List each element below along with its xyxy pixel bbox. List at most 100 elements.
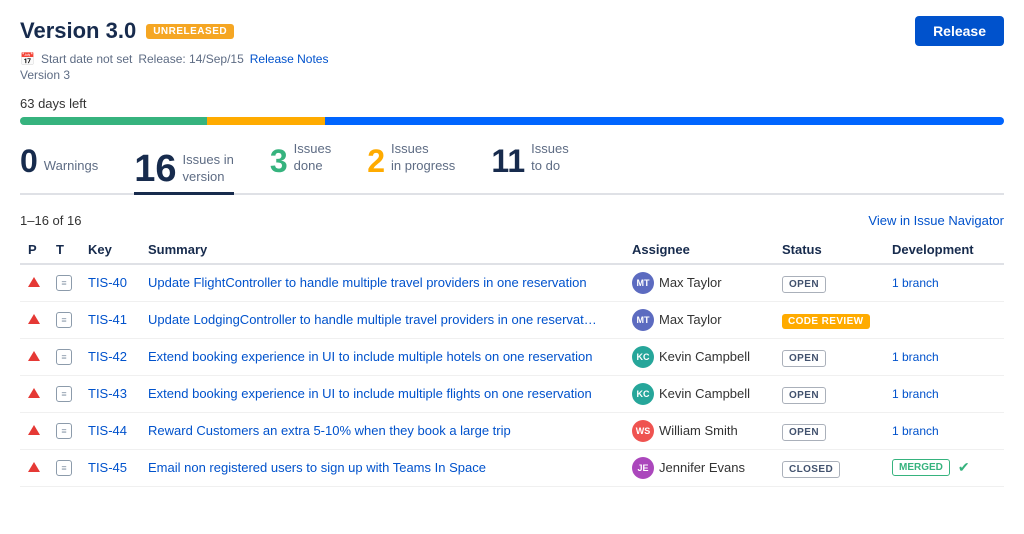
- progress-in-progress: [207, 117, 325, 125]
- pagination-label: 1–16 of 16: [20, 213, 81, 228]
- issue-summary-link[interactable]: Reward Customers an extra 5-10% when the…: [148, 423, 511, 438]
- branch-link[interactable]: 1 branch: [892, 350, 939, 364]
- calendar-icon: 📅: [20, 52, 35, 66]
- avatar: KC: [632, 346, 654, 368]
- status-badge: OPEN: [782, 387, 826, 404]
- priority-icon: [28, 275, 40, 290]
- issue-type-icon: ≡: [56, 386, 72, 402]
- issue-key-link[interactable]: TIS-43: [88, 386, 127, 401]
- key-cell[interactable]: TIS-40: [80, 264, 140, 302]
- issue-key-link[interactable]: TIS-42: [88, 349, 127, 364]
- table-row: ≡ TIS-40 Update FlightController to handle…: [20, 264, 1004, 302]
- branch-link[interactable]: 1 branch: [892, 424, 939, 438]
- stats-row: 0 Warnings 16 Issues inversion 3 Issuesd…: [20, 141, 1004, 195]
- issue-summary-link[interactable]: Update LodgingController to handle multi…: [148, 312, 597, 327]
- page-title: Version 3.0: [20, 18, 136, 44]
- issue-key-link[interactable]: TIS-40: [88, 275, 127, 290]
- summary-cell[interactable]: Update LodgingController to handle multi…: [140, 301, 624, 338]
- issue-summary-link[interactable]: Extend booking experience in UI to inclu…: [148, 386, 592, 401]
- status-cell: OPEN: [774, 412, 884, 449]
- avatar: WS: [632, 420, 654, 442]
- priority-cell: [20, 338, 48, 375]
- issues-table: P T Key Summary Assignee Status Developm…: [20, 236, 1004, 487]
- assignee-name: Jennifer Evans: [659, 460, 745, 475]
- view-in-navigator-link[interactable]: View in Issue Navigator: [868, 213, 1004, 228]
- assignee-name: Kevin Campbell: [659, 349, 750, 364]
- key-cell[interactable]: TIS-43: [80, 375, 140, 412]
- col-header-t: T: [48, 236, 80, 264]
- status-cell: CLOSED: [774, 449, 884, 486]
- stat-issues-done-number: 3: [270, 145, 288, 177]
- col-header-key: Key: [80, 236, 140, 264]
- merged-badge: MERGED: [892, 459, 950, 476]
- stat-issues-done-label: Issuesdone: [294, 141, 332, 175]
- issue-key-link[interactable]: TIS-44: [88, 423, 127, 438]
- stat-issues-in-progress[interactable]: 2 Issuesin progress: [367, 141, 455, 181]
- priority-icon: [28, 460, 40, 475]
- version-label: Version 3: [20, 68, 1004, 82]
- table-header-row: 1–16 of 16 View in Issue Navigator: [20, 213, 1004, 228]
- summary-cell[interactable]: Update FlightController to handle multip…: [140, 264, 624, 302]
- priority-icon: [28, 312, 40, 327]
- issue-type-icon: ≡: [56, 312, 72, 328]
- issue-type-icon: ≡: [56, 460, 72, 476]
- key-cell[interactable]: TIS-45: [80, 449, 140, 486]
- table-row: ≡ TIS-42 Extend booking experience in UI t…: [20, 338, 1004, 375]
- release-date-label: Release: 14/Sep/15: [138, 52, 243, 66]
- stat-issues-done[interactable]: 3 Issuesdone: [270, 141, 331, 181]
- issue-key-link[interactable]: TIS-45: [88, 460, 127, 475]
- avatar: KC: [632, 383, 654, 405]
- type-cell: ≡: [48, 264, 80, 302]
- progress-todo: [325, 117, 1004, 125]
- branch-link[interactable]: 1 branch: [892, 387, 939, 401]
- summary-cell[interactable]: Extend booking experience in UI to inclu…: [140, 375, 624, 412]
- release-button[interactable]: Release: [915, 16, 1004, 46]
- issue-summary-link[interactable]: Email non registered users to sign up wi…: [148, 460, 486, 475]
- stat-issues-todo[interactable]: 11 Issuesto do: [491, 141, 568, 181]
- stat-warnings[interactable]: 0 Warnings: [20, 145, 98, 181]
- summary-cell[interactable]: Extend booking experience in UI to inclu…: [140, 338, 624, 375]
- assignee-name: Max Taylor: [659, 312, 722, 327]
- priority-icon: [28, 386, 40, 401]
- assignee-name: Kevin Campbell: [659, 386, 750, 401]
- key-cell[interactable]: TIS-44: [80, 412, 140, 449]
- stat-issues-version-label: Issues inversion: [183, 152, 234, 186]
- release-notes-link[interactable]: Release Notes: [250, 52, 329, 66]
- summary-cell[interactable]: Reward Customers an extra 5-10% when the…: [140, 412, 624, 449]
- col-header-development: Development: [884, 236, 1004, 264]
- key-cell[interactable]: TIS-42: [80, 338, 140, 375]
- summary-cell[interactable]: Email non registered users to sign up wi…: [140, 449, 624, 486]
- stat-issues-progress-number: 2: [367, 145, 385, 177]
- priority-icon: [28, 349, 40, 364]
- stat-issues-in-version[interactable]: 16 Issues inversion: [134, 150, 234, 195]
- progress-done: [20, 117, 207, 125]
- priority-icon: [28, 423, 40, 438]
- issue-type-icon: ≡: [56, 349, 72, 365]
- table-row: ≡TIS-44Reward Customers an extra 5-10% w…: [20, 412, 1004, 449]
- status-badge: OPEN: [782, 276, 826, 293]
- status-cell: CODE REVIEW: [774, 301, 884, 338]
- days-left-label: 63 days left: [20, 96, 1004, 111]
- branch-link[interactable]: 1 branch: [892, 276, 939, 290]
- progress-bar: [20, 117, 1004, 125]
- table-row: ≡ TIS-41 Update LodgingController to handl…: [20, 301, 1004, 338]
- status-badge: UNRELEASED: [146, 24, 234, 39]
- avatar: MT: [632, 309, 654, 331]
- development-cell: MERGED✔: [884, 449, 1004, 486]
- development-cell: 1 branch: [884, 338, 1004, 375]
- table-row: ≡ TIS-45 Email non registered users to sig…: [20, 449, 1004, 486]
- priority-cell: [20, 449, 48, 486]
- development-cell: 1 branch: [884, 375, 1004, 412]
- key-cell[interactable]: TIS-41: [80, 301, 140, 338]
- type-cell: ≡: [48, 449, 80, 486]
- issue-summary-link[interactable]: Update FlightController to handle multip…: [148, 275, 587, 290]
- avatar: MT: [632, 272, 654, 294]
- priority-cell: [20, 264, 48, 302]
- issue-key-link[interactable]: TIS-41: [88, 312, 127, 327]
- assignee-cell: JEJennifer Evans: [624, 449, 774, 486]
- assignee-cell: MT Max Taylor: [624, 301, 774, 338]
- status-badge: OPEN: [782, 424, 826, 441]
- col-header-p: P: [20, 236, 48, 264]
- start-date-label: Start date not set: [41, 52, 132, 66]
- issue-summary-link[interactable]: Extend booking experience in UI to inclu…: [148, 349, 592, 364]
